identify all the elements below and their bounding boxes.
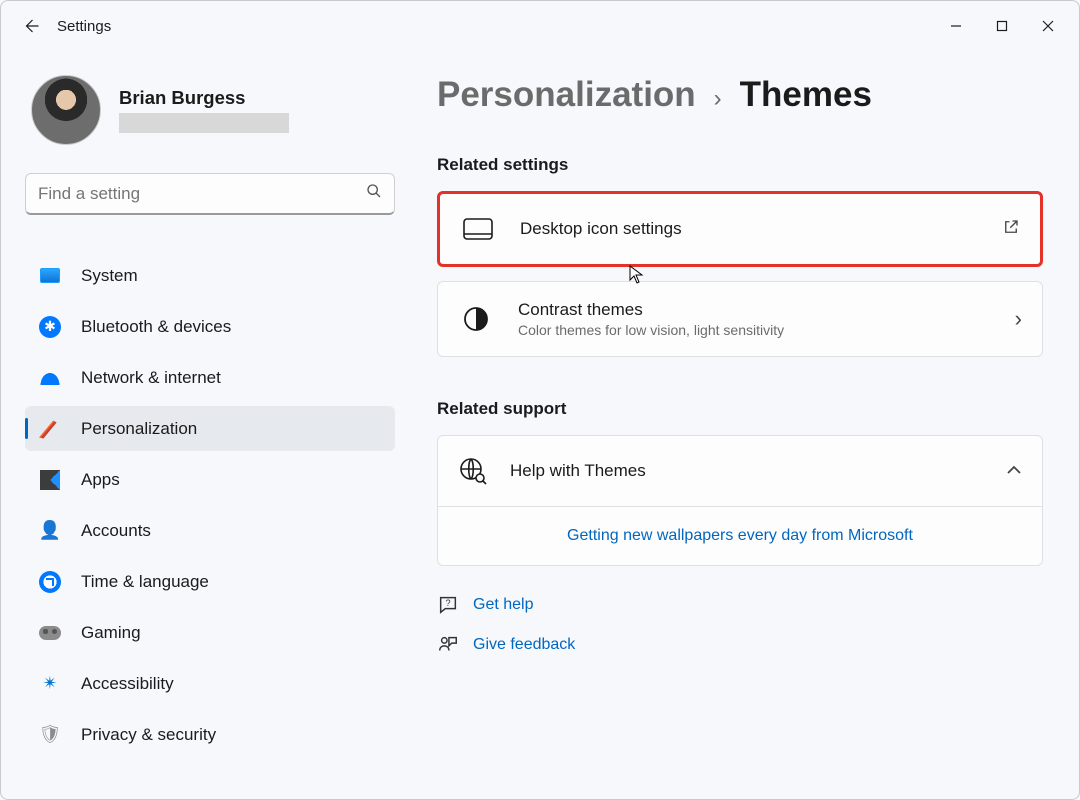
breadcrumb-parent[interactable]: Personalization — [437, 75, 696, 115]
profile[interactable]: Brian Burgess — [25, 75, 395, 145]
nav-label: System — [81, 266, 138, 286]
contrast-icon — [458, 301, 494, 337]
nav-apps[interactable]: Apps — [25, 457, 395, 502]
nav-privacy[interactable]: 🛡 Privacy & security — [25, 712, 395, 757]
help-chat-icon: ? — [437, 594, 459, 616]
main-content: Personalization › Themes Related setting… — [401, 51, 1079, 800]
contrast-themes-card[interactable]: Contrast themes Color themes for low vis… — [437, 281, 1043, 357]
sidebar: Brian Burgess System ✱ Bluetooth & device… — [1, 51, 401, 800]
shield-icon: 🛡 — [39, 724, 61, 746]
nav-system[interactable]: System — [25, 253, 395, 298]
breadcrumb-separator: › — [714, 85, 722, 113]
mouse-cursor — [629, 265, 645, 290]
card-title: Desktop icon settings — [520, 219, 1002, 239]
search-input[interactable] — [38, 184, 366, 204]
nav-gaming[interactable]: Gaming — [25, 610, 395, 655]
related-settings-header: Related settings — [437, 155, 1043, 175]
nav-label: Bluetooth & devices — [81, 317, 231, 337]
nav-label: Privacy & security — [81, 725, 216, 745]
nav-time-language[interactable]: Time & language — [25, 559, 395, 604]
gamepad-icon — [39, 622, 61, 644]
breadcrumb: Personalization › Themes — [437, 75, 1043, 115]
card-subtitle: Color themes for low vision, light sensi… — [518, 322, 1015, 338]
nav-accessibility[interactable]: ✴ Accessibility — [25, 661, 395, 706]
breadcrumb-current: Themes — [740, 75, 872, 115]
minimize-button[interactable] — [933, 9, 979, 43]
nav-label: Gaming — [81, 623, 141, 643]
nav-label: Accounts — [81, 521, 151, 541]
chevron-right-icon: › — [1015, 306, 1022, 332]
give-feedback-link[interactable]: Give feedback — [437, 634, 1043, 656]
help-with-themes-header[interactable]: Help with Themes — [438, 436, 1042, 506]
globe-search-icon — [458, 456, 488, 486]
nav-list: System ✱ Bluetooth & devices Network & in… — [25, 253, 395, 757]
person-icon: 👤 — [39, 520, 61, 542]
nav-label: Network & internet — [81, 368, 221, 388]
nav-label: Accessibility — [81, 674, 174, 694]
support-link-text[interactable]: Getting new wallpapers every day from Mi… — [567, 527, 913, 544]
support-title: Help with Themes — [510, 461, 1006, 481]
related-support-header: Related support — [437, 399, 1043, 419]
support-link-row[interactable]: Getting new wallpapers every day from Mi… — [438, 506, 1042, 565]
nav-label: Personalization — [81, 419, 197, 439]
nav-personalization[interactable]: Personalization — [25, 406, 395, 451]
profile-email-redacted — [119, 113, 289, 133]
bluetooth-icon: ✱ — [39, 316, 61, 338]
accessibility-icon: ✴ — [39, 673, 61, 695]
desktop-icon — [460, 211, 496, 247]
back-button[interactable] — [9, 4, 53, 48]
desktop-icon-settings-card[interactable]: Desktop icon settings — [437, 191, 1043, 267]
nav-accounts[interactable]: 👤 Accounts — [25, 508, 395, 553]
search-box[interactable] — [25, 173, 395, 215]
link-text: Give feedback — [473, 636, 575, 654]
external-link-icon — [1002, 218, 1020, 241]
apps-icon — [39, 469, 61, 491]
help-with-themes-card: Help with Themes Getting new wallpapers … — [437, 435, 1043, 566]
get-help-link[interactable]: ? Get help — [437, 594, 1043, 616]
svg-text:?: ? — [445, 598, 450, 608]
maximize-button[interactable] — [979, 9, 1025, 43]
close-button[interactable] — [1025, 9, 1071, 43]
search-icon — [366, 183, 382, 204]
nav-label: Time & language — [81, 572, 209, 592]
paintbrush-icon — [39, 418, 61, 440]
profile-name: Brian Burgess — [119, 87, 289, 109]
wifi-icon — [39, 367, 61, 389]
card-title: Contrast themes — [518, 300, 1015, 320]
nav-label: Apps — [81, 470, 120, 490]
chevron-up-icon — [1006, 462, 1022, 480]
window-title: Settings — [57, 18, 111, 35]
titlebar: Settings — [1, 1, 1079, 51]
nav-bluetooth[interactable]: ✱ Bluetooth & devices — [25, 304, 395, 349]
avatar — [31, 75, 101, 145]
system-icon — [39, 265, 61, 287]
feedback-icon — [437, 634, 459, 656]
link-text: Get help — [473, 596, 533, 614]
nav-network[interactable]: Network & internet — [25, 355, 395, 400]
clock-globe-icon — [39, 571, 61, 593]
